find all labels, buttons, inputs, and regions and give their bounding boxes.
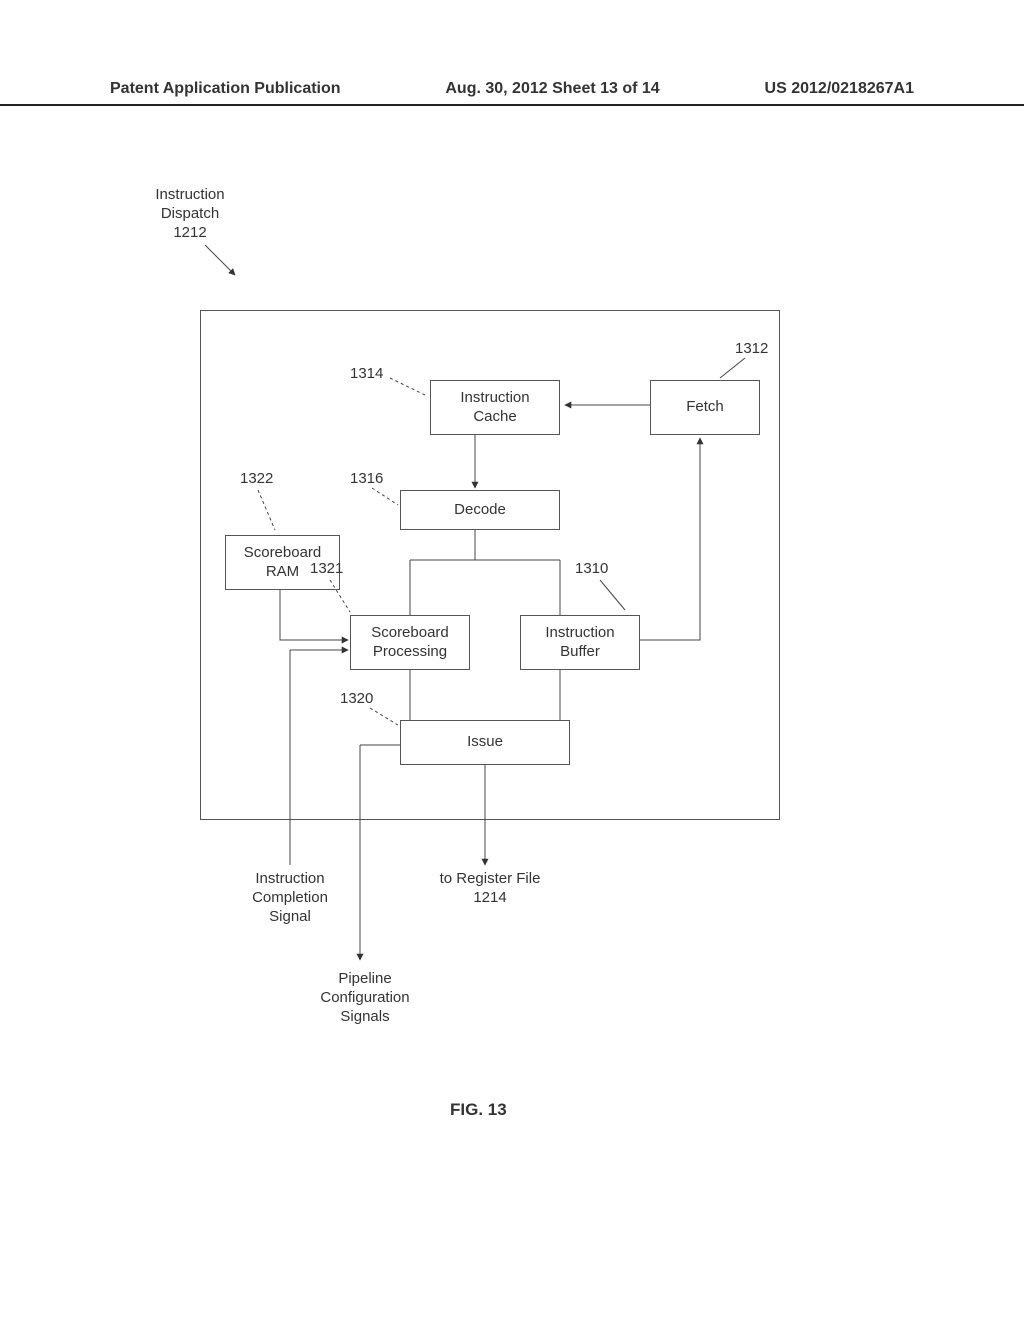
ref-1321: 1321 (310, 560, 343, 579)
ref-1322: 1322 (240, 470, 273, 489)
ref-1314: 1314 (350, 365, 383, 384)
title-label: InstructionDispatch1212 (140, 186, 240, 242)
box-instruction-buffer: InstructionBuffer (520, 615, 640, 670)
box-decode: Decode (400, 490, 560, 530)
box-fetch: Fetch (650, 380, 760, 435)
label-completion-signal: InstructionCompletionSignal (235, 870, 345, 926)
diagram-stage: InstructionDispatch1212 Fetch Instructio… (0, 0, 1024, 1320)
ref-1310: 1310 (575, 560, 608, 579)
box-instruction-cache: InstructionCache (430, 380, 560, 435)
figure-caption: FIG. 13 (450, 1100, 507, 1120)
ref-1320: 1320 (340, 690, 373, 709)
ref-1312: 1312 (735, 340, 768, 359)
ref-1316: 1316 (350, 470, 383, 489)
box-scoreboard-processing: ScoreboardProcessing (350, 615, 470, 670)
label-to-register-file: to Register File1214 (415, 870, 565, 908)
label-pipeline-config: PipelineConfigurationSignals (300, 970, 430, 1026)
box-issue: Issue (400, 720, 570, 765)
